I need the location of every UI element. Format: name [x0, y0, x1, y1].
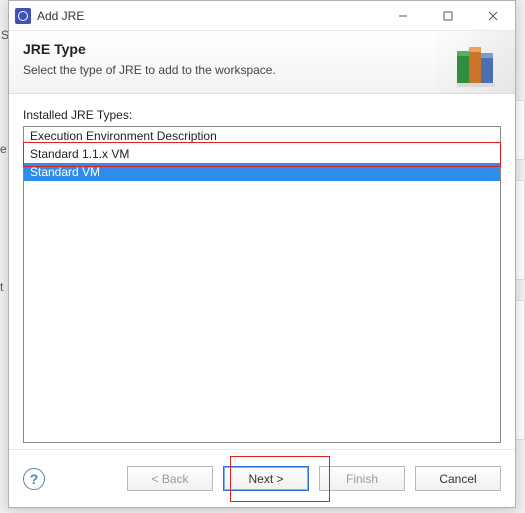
maximize-button[interactable] — [425, 1, 470, 30]
list-item[interactable]: Standard 1.1.x VM — [24, 145, 500, 163]
add-jre-dialog: Add JRE JRE Type Select the type of JRE … — [8, 0, 516, 508]
installed-jre-types-list[interactable]: Execution Environment DescriptionStandar… — [23, 126, 501, 443]
next-button[interactable]: Next > — [223, 466, 309, 491]
wizard-header: JRE Type Select the type of JRE to add t… — [9, 31, 515, 94]
wizard-body: Installed JRE Types: Execution Environme… — [9, 94, 515, 449]
background-text: e — [0, 142, 7, 156]
wizard-banner-icon — [435, 31, 515, 93]
minimize-button[interactable] — [380, 1, 425, 30]
cancel-button[interactable]: Cancel — [415, 466, 501, 491]
close-button[interactable] — [470, 1, 515, 30]
page-title: JRE Type — [23, 41, 501, 57]
help-button[interactable]: ? — [23, 468, 45, 490]
eclipse-icon — [15, 8, 31, 24]
wizard-button-bar: ? < Back Next > Finish Cancel — [9, 449, 515, 507]
background-panel — [515, 180, 525, 280]
background-panel — [515, 100, 525, 160]
list-item[interactable]: Standard VM — [24, 163, 500, 181]
back-button[interactable]: < Back — [127, 466, 213, 491]
background-panel — [515, 300, 525, 440]
list-label: Installed JRE Types: — [23, 108, 501, 122]
finish-button[interactable]: Finish — [319, 466, 405, 491]
list-item[interactable]: Execution Environment Description — [24, 127, 500, 145]
window-title: Add JRE — [37, 9, 84, 23]
page-subtitle: Select the type of JRE to add to the wor… — [23, 63, 501, 77]
background-text: t — [0, 280, 3, 294]
titlebar: Add JRE — [9, 1, 515, 31]
